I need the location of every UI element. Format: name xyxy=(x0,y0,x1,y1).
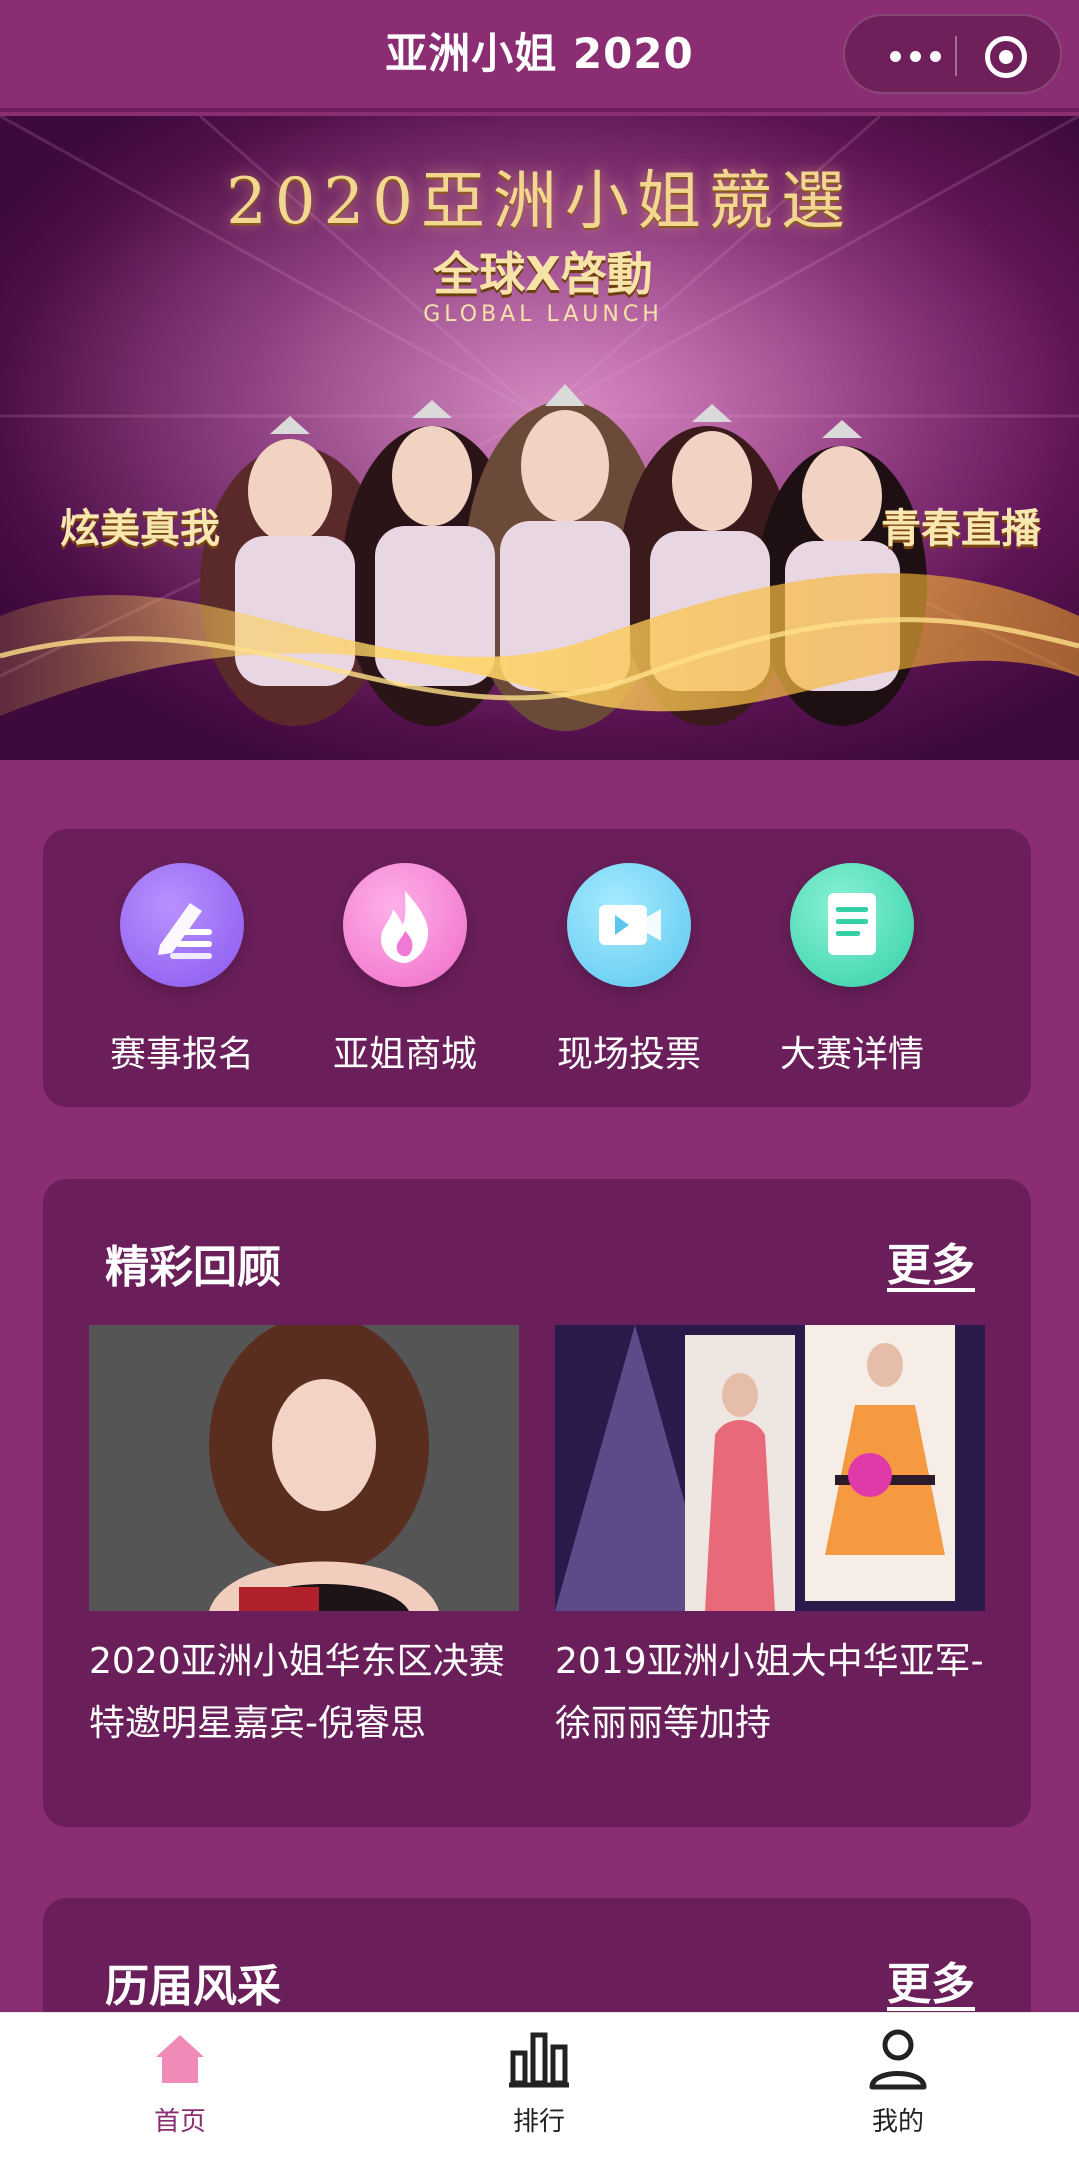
article-title: 2020亚洲小姐华东区决赛特邀明星嘉宾-倪睿思 xyxy=(89,1641,505,1744)
tab-mine[interactable]: 我的 xyxy=(808,2027,988,2138)
register-edit-icon xyxy=(120,863,244,987)
quick-item-label: 赛事报名 xyxy=(109,1034,254,1075)
close-ring-icon[interactable] xyxy=(985,36,1027,78)
tab-ranking[interactable]: 排行 xyxy=(449,2027,629,2138)
quick-item-mall[interactable]: 亚姐商城 xyxy=(305,863,505,1083)
quick-item-vote[interactable]: 现场投票 xyxy=(529,863,729,1083)
banner-subtitle: 全球X啓動 xyxy=(433,247,653,301)
more-link[interactable]: 更多 xyxy=(887,1948,975,2012)
user-icon xyxy=(869,2029,927,2090)
quick-item-label: 大赛详情 xyxy=(779,1034,924,1075)
mini-program-capsule xyxy=(843,14,1062,94)
quick-item-details[interactable]: 大赛详情 xyxy=(752,863,952,1083)
document-icon xyxy=(790,863,914,987)
tab-label: 我的 xyxy=(871,2107,924,2137)
article-card[interactable]: 2020亚洲小姐华东区决赛特邀明星嘉宾-倪睿思 xyxy=(89,1325,519,1755)
article-thumbnail xyxy=(89,1325,519,1611)
video-camera-icon xyxy=(567,863,691,987)
banner-subtitle-en: GLOBAL LAUNCH xyxy=(423,302,663,327)
section-title: 历届风采 xyxy=(105,1961,281,2012)
tab-label: 排行 xyxy=(512,2107,565,2137)
banner-left-slogan: 炫美真我 xyxy=(60,506,220,552)
banner-title: 2020亞洲小姐競選 xyxy=(226,165,853,239)
more-link[interactable]: 更多 xyxy=(887,1229,975,1293)
article-card[interactable]: 2019亚洲小姐大中华亚军-徐丽丽等加持 xyxy=(555,1325,985,1755)
section-title: 精彩回顾 xyxy=(105,1242,281,1293)
tab-label: 首页 xyxy=(153,2107,206,2137)
quick-item-label: 亚姐商城 xyxy=(332,1034,477,1075)
home-icon xyxy=(156,2035,204,2083)
article-thumbnail xyxy=(555,1325,985,1611)
quick-item-label: 现场投票 xyxy=(556,1034,701,1075)
more-dots-icon[interactable] xyxy=(875,38,955,74)
flame-icon xyxy=(343,863,467,987)
banner-right-slogan: 青春直播 xyxy=(881,506,1041,552)
tab-bar: 首页 排行 我的 xyxy=(0,2012,1079,2166)
ranking-chart-icon xyxy=(509,2032,569,2088)
highlights-section: 精彩回顾 更多 2020亚洲小姐华东区决赛特邀明星嘉宾-倪睿思 2019亚洲小姐… xyxy=(43,1179,1031,1827)
quick-menu-card: 赛事报名 亚姐商城 现场投票 大赛详情 xyxy=(43,829,1031,1107)
nav-bar: 亚洲小姐 2020 xyxy=(0,0,1079,112)
article-title: 2019亚洲小姐大中华亚军-徐丽丽等加持 xyxy=(555,1641,984,1744)
quick-item-register[interactable]: 赛事报名 xyxy=(82,863,282,1083)
hero-banner[interactable]: 2020亞洲小姐競選 全球X啓動 GLOBAL LAUNCH 炫美真我 青春直播 xyxy=(0,116,1079,760)
tab-home[interactable]: 首页 xyxy=(90,2027,270,2138)
capsule-divider xyxy=(955,36,957,76)
